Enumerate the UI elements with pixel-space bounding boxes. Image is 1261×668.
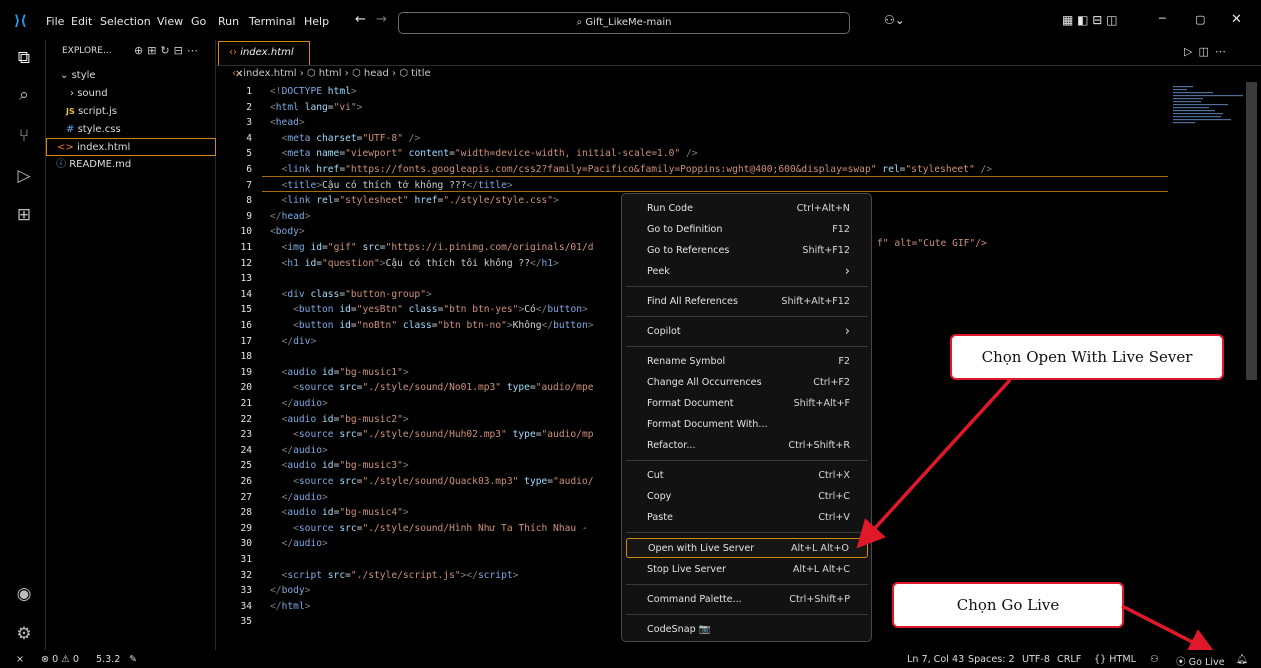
line-ending[interactable]: CRLF xyxy=(1057,654,1081,665)
arrow-to-live-server xyxy=(856,378,1012,549)
arrow-to-go-live xyxy=(1121,604,1217,655)
problems-count[interactable]: ⊗ 0 ⚠ 0 xyxy=(41,654,79,665)
cursor-position[interactable]: Ln 7, Col 43 xyxy=(907,654,964,665)
go-live-button[interactable]: ⦿ Go Live xyxy=(1176,654,1225,668)
copilot-status-icon[interactable]: ⚇ xyxy=(1150,654,1159,665)
status-bar: ⨯ ⊗ 0 ⚠ 0 5.3.2 ✎ Ln 7, Col 43 Spaces: 2… xyxy=(0,650,1261,668)
wand-icon[interactable]: ✎ xyxy=(129,654,137,665)
notifications-bell-icon[interactable]: 🔔︎ xyxy=(1236,654,1248,665)
encoding[interactable]: UTF-8 xyxy=(1022,654,1050,665)
remote-icon[interactable]: ⨯ xyxy=(16,654,24,665)
language-mode[interactable]: {} HTML xyxy=(1094,654,1136,665)
broadcast-icon: ⦿ xyxy=(1176,657,1189,668)
version-label[interactable]: 5.3.2 xyxy=(96,654,120,665)
indentation[interactable]: Spaces: 2 xyxy=(968,654,1015,665)
annotation-arrows xyxy=(856,378,1217,655)
